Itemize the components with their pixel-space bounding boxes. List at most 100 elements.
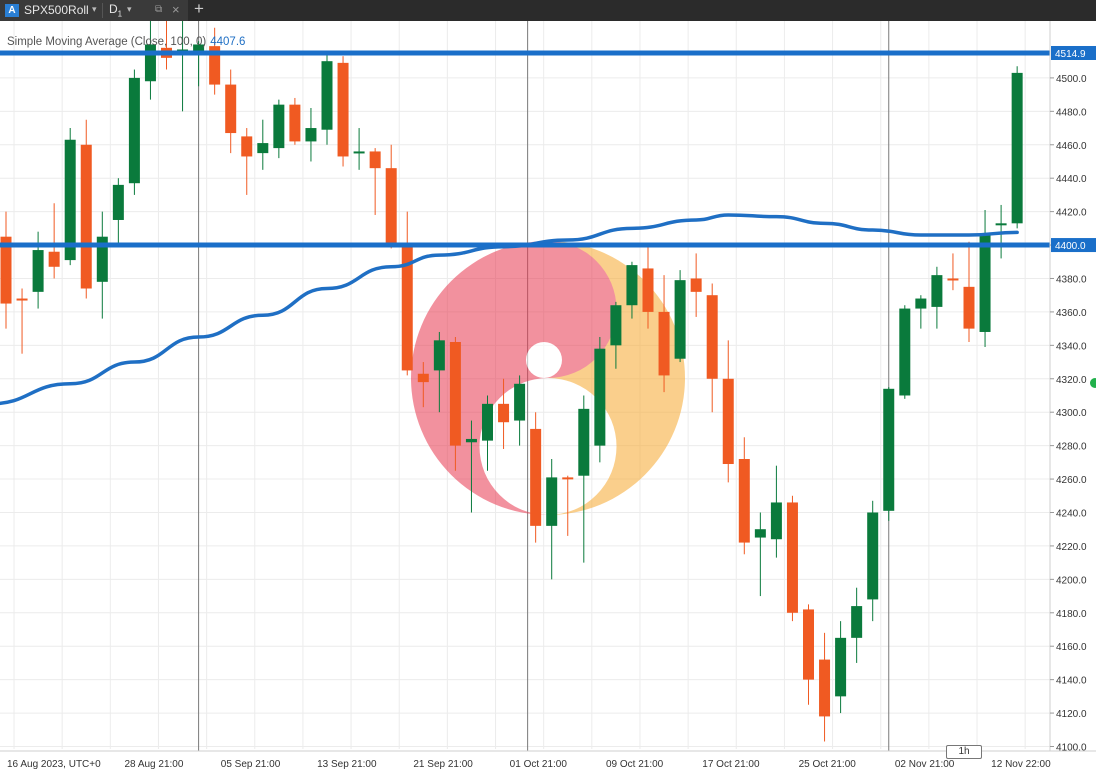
timeframe-selector[interactable]: D1 xyxy=(109,2,122,18)
level-price-label: 4514.9 xyxy=(1055,49,1086,60)
price-tick-label: 4440.0 xyxy=(1056,174,1087,185)
price-tick-label: 4260.0 xyxy=(1056,475,1087,486)
candle-body[interactable] xyxy=(754,529,766,538)
candle-body[interactable] xyxy=(1011,72,1023,224)
price-tick-label: 4340.0 xyxy=(1056,341,1087,352)
candle-body[interactable] xyxy=(32,250,44,292)
candle-body[interactable] xyxy=(642,268,654,312)
candle-body[interactable] xyxy=(514,383,526,421)
price-tick-label: 4280.0 xyxy=(1056,442,1087,453)
candle-body[interactable] xyxy=(594,348,606,446)
price-tick-label: 4140.0 xyxy=(1056,676,1087,687)
candle-body[interactable] xyxy=(690,278,702,292)
price-tick-label: 4200.0 xyxy=(1056,575,1087,586)
candle-body[interactable] xyxy=(48,251,60,267)
candle-body[interactable] xyxy=(289,104,301,142)
candle-body[interactable] xyxy=(369,151,381,169)
candle-body[interactable] xyxy=(883,388,895,511)
time-tick-label: 09 Oct 21:00 xyxy=(606,759,664,769)
price-tick-label: 4460.0 xyxy=(1056,141,1087,152)
symbol-label[interactable]: SPX500Roll xyxy=(24,3,89,17)
candle-body[interactable] xyxy=(546,477,558,526)
candle-body[interactable] xyxy=(899,308,911,396)
time-tick-label: 28 Aug 21:00 xyxy=(124,759,183,769)
candle-body[interactable] xyxy=(706,295,718,379)
timeframe-label: D xyxy=(109,2,118,16)
sma-label: Simple Moving Average (Close, 100, 0) xyxy=(7,36,207,48)
candle-body[interactable] xyxy=(770,502,782,540)
candle-body[interactable] xyxy=(947,278,959,281)
price-tick-label: 4300.0 xyxy=(1056,408,1087,419)
chart-tab-bar: A SPX500Roll ▾ D1 ▾ ⧉ × + xyxy=(0,0,1096,21)
candle-body[interactable] xyxy=(562,477,574,480)
candle-body[interactable] xyxy=(786,502,798,613)
popout-icon[interactable]: ⧉ xyxy=(155,4,162,15)
time-tick-label: 25 Oct 21:00 xyxy=(799,759,857,769)
timeframe-dropdown-icon[interactable]: ▾ xyxy=(127,4,132,15)
candle-body[interactable] xyxy=(995,223,1007,226)
price-tick-label: 4380.0 xyxy=(1056,274,1087,285)
candle-body[interactable] xyxy=(144,44,156,82)
candle-body[interactable] xyxy=(658,311,670,376)
sma-value: 4407.6 xyxy=(210,36,246,48)
candle-body[interactable] xyxy=(498,403,510,423)
timeframe-badge[interactable]: 1h xyxy=(946,745,982,759)
candle-body[interactable] xyxy=(257,143,269,154)
candle-body[interactable] xyxy=(241,136,253,157)
candle-body[interactable] xyxy=(674,280,686,359)
candle-body[interactable] xyxy=(64,139,76,261)
price-chart[interactable]: 4100.0 4120.0 4140.0 4160.0 4180.0 4200.0 4220… xyxy=(0,21,1096,769)
candle-body[interactable] xyxy=(465,438,477,443)
candle-body[interactable] xyxy=(979,235,991,332)
candle-body[interactable] xyxy=(931,275,943,307)
candle-body[interactable] xyxy=(449,341,461,446)
candle-body[interactable] xyxy=(433,340,445,371)
candle-body[interactable] xyxy=(915,298,927,309)
candle-body[interactable] xyxy=(530,428,542,526)
candle-body[interactable] xyxy=(385,168,397,246)
price-tick-label: 4480.0 xyxy=(1056,107,1087,118)
symbol-dropdown-icon[interactable]: ▾ xyxy=(92,4,97,15)
time-tick-label: 17 Oct 21:00 xyxy=(702,759,760,769)
price-tick-label: 4360.0 xyxy=(1056,308,1087,319)
time-tick-label: 01 Oct 21:00 xyxy=(510,759,568,769)
candle-body[interactable] xyxy=(851,606,863,638)
time-tick-label: 21 Sep 21:00 xyxy=(413,759,473,769)
app-icon: A xyxy=(5,4,19,17)
candle-body[interactable] xyxy=(578,408,590,476)
close-tab-icon[interactable]: × xyxy=(172,2,180,17)
candle-body[interactable] xyxy=(273,104,285,149)
sma-legend[interactable]: Simple Moving Average (Close, 100, 0) 440… xyxy=(7,36,245,48)
candle-body[interactable] xyxy=(867,512,879,600)
candle-body[interactable] xyxy=(738,459,750,543)
price-tick-label: 4180.0 xyxy=(1056,609,1087,620)
live-indicator-dot xyxy=(1090,378,1096,388)
price-tick-label: 4240.0 xyxy=(1056,508,1087,519)
candle-body[interactable] xyxy=(417,373,429,383)
candle-body[interactable] xyxy=(321,61,333,130)
candle-body[interactable] xyxy=(819,659,831,717)
candle-body[interactable] xyxy=(80,144,92,289)
candle-body[interactable] xyxy=(835,637,847,697)
candle-body[interactable] xyxy=(305,128,317,142)
candle-body[interactable] xyxy=(16,298,28,301)
candle-body[interactable] xyxy=(803,609,814,680)
candle-body[interactable] xyxy=(225,84,237,134)
candle-body[interactable] xyxy=(337,62,349,157)
candle-body[interactable] xyxy=(128,77,140,184)
timeframe-multiplier: 1 xyxy=(117,9,123,19)
candle-body[interactable] xyxy=(353,151,365,154)
price-tick-label: 4420.0 xyxy=(1056,208,1087,219)
time-tick-label: 12 Nov 22:00 xyxy=(991,759,1051,769)
candle-body[interactable] xyxy=(963,286,975,329)
time-tick-label: 02 Nov 21:00 xyxy=(895,759,955,769)
level-price-label: 4400.0 xyxy=(1055,241,1086,252)
candle-body[interactable] xyxy=(626,265,638,306)
chart-tab[interactable]: A SPX500Roll ▾ D1 ▾ ⧉ × xyxy=(0,0,188,21)
add-tab-icon[interactable]: + xyxy=(194,0,204,19)
candle-body[interactable] xyxy=(112,184,124,220)
candle-body[interactable] xyxy=(482,403,493,441)
price-tick-label: 4160.0 xyxy=(1056,642,1087,653)
candle-body[interactable] xyxy=(722,378,734,465)
candle-body[interactable] xyxy=(610,305,622,346)
